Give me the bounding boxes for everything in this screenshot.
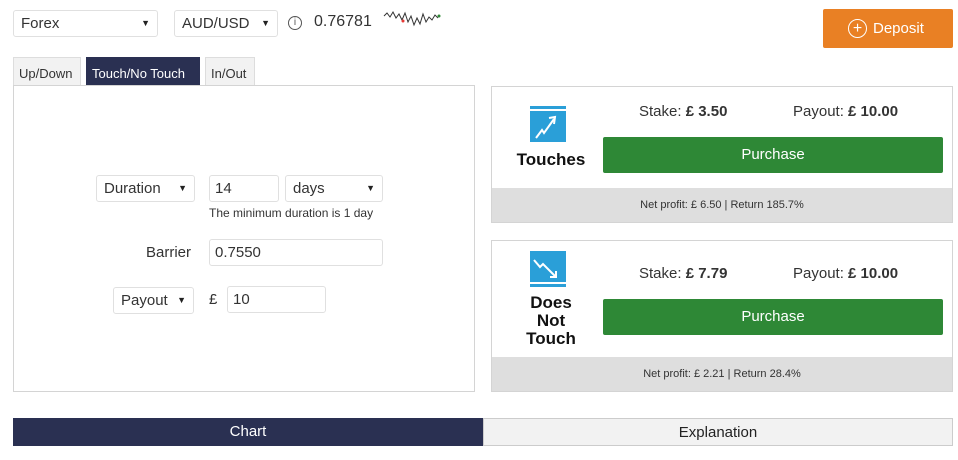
- touches-icon: [530, 106, 566, 142]
- contract-name-line: Not: [536, 311, 566, 330]
- barrier-value: 0.7550: [215, 244, 261, 261]
- amount-value: 10: [233, 291, 250, 308]
- purchase-button[interactable]: Purchase: [603, 299, 943, 335]
- chevron-down-icon: ▼: [177, 295, 186, 305]
- tab-label: In/Out: [211, 66, 247, 81]
- chevron-down-icon: ▼: [141, 18, 150, 28]
- spot-price: 0.76781: [314, 13, 372, 30]
- deposit-label: Deposit: [873, 20, 924, 37]
- stake-label: Stake:: [639, 265, 682, 282]
- barrier-label: Barrier: [146, 244, 192, 261]
- duration-unit-value: days: [293, 180, 325, 197]
- chevron-down-icon: ▼: [261, 18, 270, 28]
- barrier-input[interactable]: 0.7550: [209, 239, 383, 266]
- contract-name: Touches: [516, 150, 586, 169]
- tab-touch-no-touch[interactable]: Touch/No Touch: [86, 57, 200, 85]
- payout-label: Payout:: [793, 103, 844, 120]
- payout-display: Payout: £ 10.00: [793, 265, 898, 282]
- duration-type-select[interactable]: Duration ▼: [96, 175, 195, 202]
- duration-type-value: Duration: [104, 180, 161, 197]
- amount-input[interactable]: 10: [227, 286, 326, 313]
- tab-in-out[interactable]: In/Out: [205, 57, 255, 85]
- currency-symbol: £: [209, 291, 218, 308]
- amount-type-value: Payout: [121, 292, 168, 309]
- market-select[interactable]: Forex ▼: [13, 10, 158, 37]
- net-profit: Net profit: £ 2.21 | Return 28.4%: [492, 357, 952, 391]
- chevron-down-icon: ▼: [178, 183, 187, 193]
- contract-does-not-touch: Does Not Touch Stake: £ 7.79 Payout: £ 1…: [491, 240, 953, 392]
- tab-label: Touch/No Touch: [92, 66, 185, 81]
- info-icon[interactable]: i: [288, 16, 302, 30]
- contract-name-line: Touch: [526, 329, 576, 348]
- stake-display: Stake: £ 3.50: [639, 103, 727, 120]
- tab-explanation[interactable]: Explanation: [483, 418, 953, 446]
- payout-display: Payout: £ 10.00: [793, 103, 898, 120]
- symbol-select[interactable]: AUD/USD ▼: [174, 10, 278, 37]
- stake-value: £ 7.79: [685, 265, 728, 282]
- stake-label: Stake:: [639, 103, 682, 120]
- payout-value: £ 10.00: [848, 265, 899, 282]
- tab-chart[interactable]: Chart: [13, 418, 483, 446]
- stake-value: £ 3.50: [685, 103, 728, 120]
- contract-name: Does Not Touch: [492, 294, 610, 348]
- contract-touches: Touches Stake: £ 3.50 Payout: £ 10.00 Pu…: [491, 86, 953, 223]
- contract-name-line: Does: [530, 293, 572, 312]
- market-select-value: Forex: [21, 15, 60, 32]
- tab-up-down[interactable]: Up/Down: [13, 57, 81, 85]
- deposit-button[interactable]: + Deposit: [823, 9, 953, 48]
- duration-value: 14: [215, 180, 232, 197]
- net-profit: Net profit: £ 6.50 | Return 185.7%: [492, 188, 952, 222]
- chevron-down-icon: ▼: [366, 183, 375, 193]
- tab-label: Up/Down: [19, 66, 73, 81]
- payout-value: £ 10.00: [848, 103, 899, 120]
- price-sparkline: [383, 10, 441, 27]
- does-not-touch-icon: [530, 251, 566, 287]
- duration-unit-select[interactable]: days ▼: [285, 175, 383, 202]
- amount-type-select[interactable]: Payout ▼: [113, 287, 194, 314]
- purchase-button[interactable]: Purchase: [603, 137, 943, 173]
- stake-display: Stake: £ 7.79: [639, 265, 727, 282]
- symbol-select-value: AUD/USD: [182, 15, 250, 32]
- payout-label: Payout:: [793, 265, 844, 282]
- duration-hint: The minimum duration is 1 day: [209, 206, 374, 220]
- plus-circle-icon: +: [848, 19, 867, 38]
- duration-input[interactable]: 14: [209, 175, 279, 202]
